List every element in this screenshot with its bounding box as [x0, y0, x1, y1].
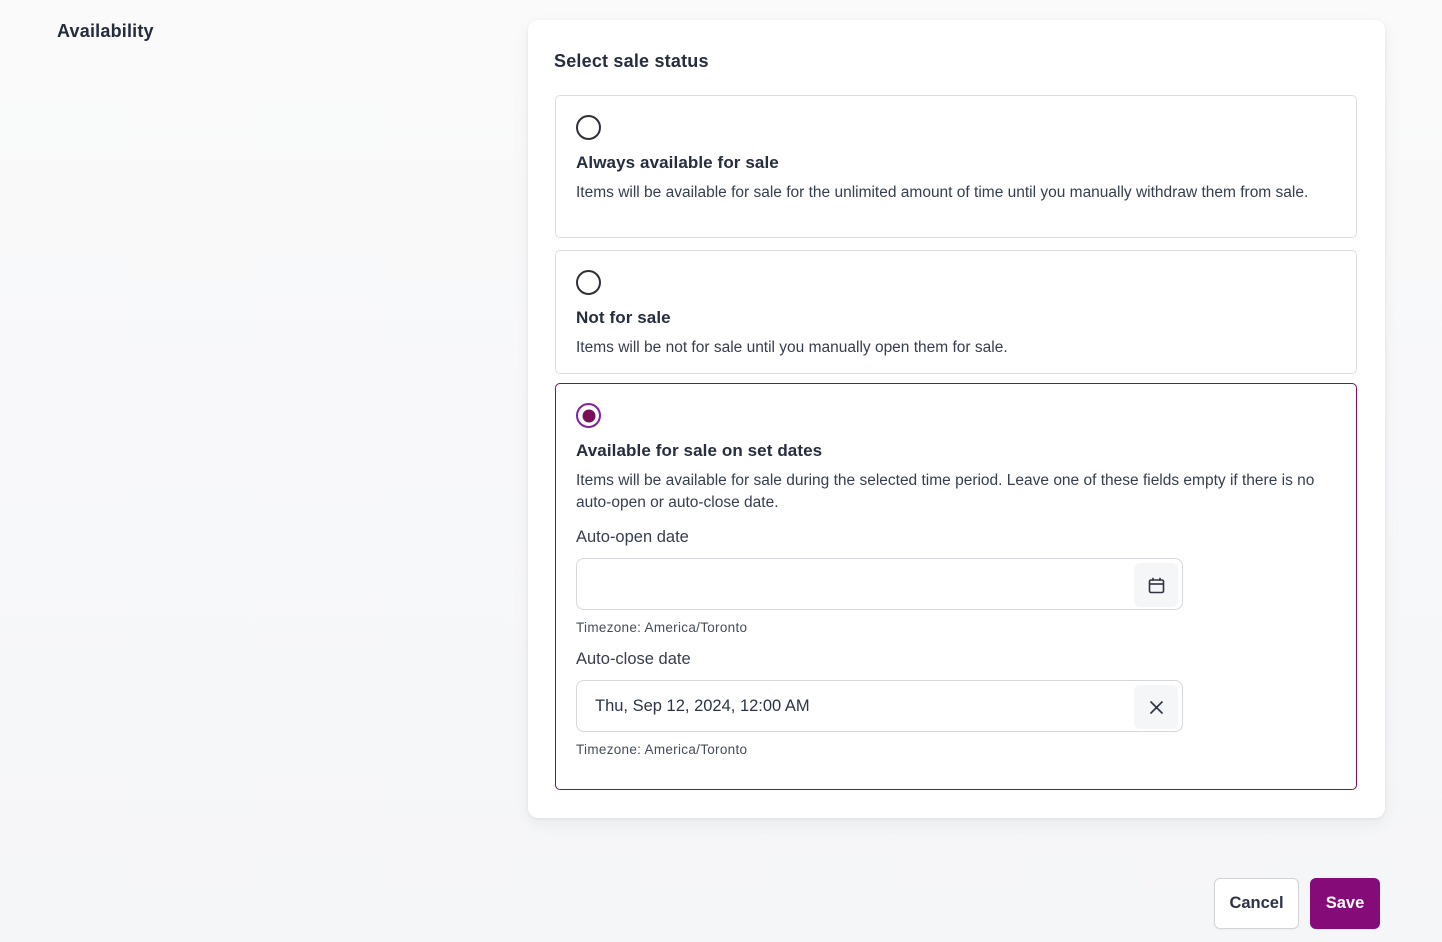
save-button[interactable]: Save — [1310, 878, 1380, 929]
auto-open-date-input[interactable] — [577, 559, 1182, 609]
option-title: Not for sale — [576, 308, 1336, 328]
auto-close-date-input[interactable] — [577, 681, 1182, 731]
option-description: Items will be available for sale during … — [576, 470, 1336, 513]
option-always-available[interactable]: Always available for sale Items will be … — [555, 95, 1357, 238]
auto-open-timezone-note: Timezone: America/Toronto — [576, 620, 1336, 635]
panel-title: Select sale status — [554, 51, 709, 72]
clear-icon — [1148, 699, 1165, 716]
auto-close-date-field — [576, 680, 1183, 732]
calendar-button[interactable] — [1134, 563, 1178, 607]
option-title: Available for sale on set dates — [576, 441, 1336, 461]
clear-date-button[interactable] — [1134, 685, 1178, 729]
option-description: Items will be available for sale for the… — [576, 182, 1336, 204]
radio-unselected-icon[interactable] — [576, 270, 601, 295]
page-title: Availability — [57, 21, 154, 42]
auto-open-date-label: Auto-open date — [576, 528, 1336, 547]
auto-close-timezone-note: Timezone: America/Toronto — [576, 742, 1336, 757]
cancel-button[interactable]: Cancel — [1214, 878, 1299, 929]
auto-close-date-label: Auto-close date — [576, 650, 1336, 669]
option-description: Items will be not for sale until you man… — [576, 337, 1336, 359]
option-available-on-set-dates[interactable]: Available for sale on set dates Items wi… — [555, 383, 1357, 790]
option-not-for-sale[interactable]: Not for sale Items will be not for sale … — [555, 250, 1357, 374]
radio-selected-icon[interactable] — [576, 403, 601, 428]
radio-unselected-icon[interactable] — [576, 115, 601, 140]
calendar-icon — [1147, 576, 1166, 595]
auto-open-date-field — [576, 558, 1183, 610]
sale-status-panel: Select sale status Always available for … — [528, 20, 1385, 818]
availability-settings-page: Availability Select sale status Always a… — [0, 0, 1442, 942]
option-title: Always available for sale — [576, 153, 1336, 173]
